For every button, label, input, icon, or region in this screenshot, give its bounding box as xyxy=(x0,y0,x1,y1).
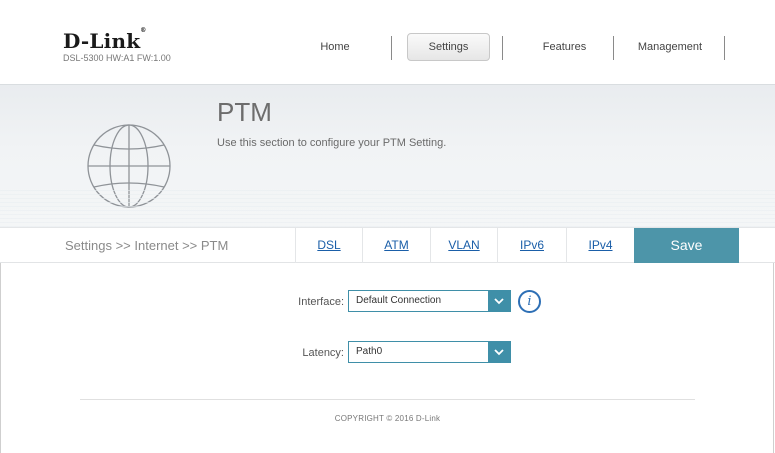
nav-separator xyxy=(613,36,614,60)
latency-label: Latency: xyxy=(302,347,344,359)
interface-select[interactable]: Default Connection xyxy=(348,290,511,312)
tab-ipv4[interactable]: IPv4 xyxy=(566,228,634,263)
tab-vlan[interactable]: VLAN xyxy=(430,228,497,263)
nav-settings[interactable]: Settings xyxy=(407,33,490,61)
interface-select-value: Default Connection xyxy=(356,295,442,306)
footer-divider xyxy=(80,399,695,400)
page-banner: PTM Use this section to configure your P… xyxy=(0,84,775,227)
nav-separator xyxy=(724,36,725,60)
latency-select[interactable]: Path0 xyxy=(348,341,511,363)
section-tabbar: Settings >> Internet >> PTM DSL ATM VLAN… xyxy=(0,227,775,263)
nav-home[interactable]: Home xyxy=(300,33,370,61)
dlink-logo: D-Link® xyxy=(63,27,147,53)
tab-ipv6[interactable]: IPv6 xyxy=(497,228,566,263)
page-title: PTM xyxy=(217,97,272,127)
device-model: DSL-5300 HW:A1 FW:1.00 xyxy=(63,53,171,63)
latency-select-value: Path0 xyxy=(356,346,383,357)
chevron-down-icon xyxy=(488,342,510,362)
nav-management[interactable]: Management xyxy=(620,33,720,61)
globe-icon xyxy=(87,124,171,208)
header: D-Link® DSL-5300 HW:A1 FW:1.00 Home Sett… xyxy=(0,0,775,84)
nav-separator xyxy=(391,36,392,60)
save-button[interactable]: Save xyxy=(634,228,739,263)
tab-atm[interactable]: ATM xyxy=(362,228,430,263)
chevron-down-icon xyxy=(488,291,510,311)
nav-separator xyxy=(502,36,503,60)
nav-features[interactable]: Features xyxy=(522,33,607,61)
breadcrumb: Settings >> Internet >> PTM xyxy=(65,238,229,253)
tab-dsl[interactable]: DSL xyxy=(295,228,362,263)
copyright-text: COPYRIGHT © 2016 D-Link xyxy=(334,414,441,423)
info-icon[interactable]: i xyxy=(518,290,541,313)
interface-label: Interface: xyxy=(298,296,344,308)
page-description: Use this section to configure your PTM S… xyxy=(217,137,447,149)
